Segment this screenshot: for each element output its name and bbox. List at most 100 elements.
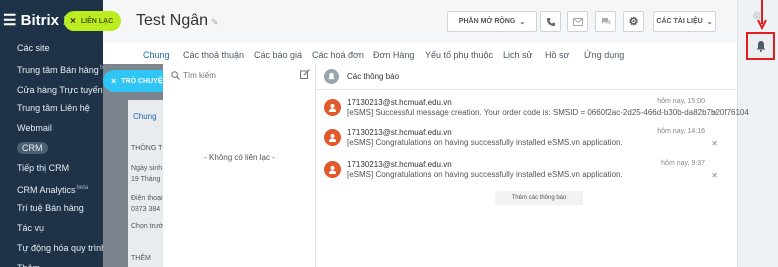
sidebar-item[interactable]: CRM Analyticsbeta <box>0 178 103 198</box>
notification-item[interactable]: 17130213@st.hcmuaf.edu.vn [eSMS] Successf… <box>316 95 749 125</box>
left-sidebar: ☰ Bitrix 24 Các siteTrung tâm Bán hàngbe… <box>0 0 103 267</box>
settings-button[interactable]: ⚙ <box>623 11 644 32</box>
sidebar-item-label: Tự động hóa quy trình... <box>17 243 103 253</box>
logo-text: Bitrix <box>20 12 59 29</box>
tab[interactable]: Chung <box>143 50 170 60</box>
chevron-down-icon: ⌄ <box>706 18 713 26</box>
sidebar-item[interactable]: Tự động hóa quy trình... <box>0 238 103 258</box>
chevron-down-icon: ⌄ <box>519 18 526 26</box>
extensions-button[interactable]: PHẦN MỞ RỘNG ⌄ <box>447 11 537 32</box>
sidebar-item-label: Cửa hàng Trực tuyến <box>17 85 103 95</box>
search-icon <box>171 71 180 80</box>
notification-message: [eSMS] Successful message creation. Your… <box>347 108 749 117</box>
sidebar-menu: Các siteTrung tâm Bán hàngbetaCửa hàng T… <box>0 38 103 267</box>
notification-item[interactable]: 17130213@st.hcmuaf.edu.vn [eSMS] Congratu… <box>316 157 737 187</box>
chat-bubble-icon <box>601 18 610 25</box>
envelope-icon <box>572 17 583 26</box>
avatar <box>324 99 341 116</box>
documents-button[interactable]: CÁC TÀI LIỆU ⌄ <box>653 11 716 32</box>
empty-contacts-text: - Không có liên lạc - <box>204 153 275 162</box>
notification-sender[interactable]: 17130213@st.hcmuaf.edu.vn <box>347 128 452 137</box>
sidebar-item-label: Các site <box>17 43 50 53</box>
gear-icon: ⚙ <box>628 16 639 28</box>
crm-card-text: 0373 384 <box>131 206 161 213</box>
tab[interactable]: Các hoá đơn <box>312 50 364 60</box>
tab[interactable]: Ứng dụng <box>584 50 624 60</box>
more-notifications-button[interactable]: Thêm các thông báo <box>495 191 583 205</box>
tab[interactable]: Lịch sử <box>503 50 533 60</box>
phone-icon <box>546 17 555 26</box>
sidebar-item[interactable]: Trung tâm Bán hàngbeta <box>0 58 103 78</box>
notification-time: hôm nay, 9:37 <box>661 160 705 167</box>
sidebar-item[interactable]: Webmail <box>0 118 103 138</box>
crm-card-text: Điện thoại <box>131 195 163 202</box>
red-arrow-annotation <box>757 0 767 30</box>
sidebar-item-label: Trung tâm Bán hàng <box>17 65 99 75</box>
notification-message: [eSMS] Congratulations on having success… <box>347 138 623 147</box>
sidebar-item-label: CRM <box>17 142 48 154</box>
crm-card-text: 19 Tháng <box>131 176 161 183</box>
sidebar-item-label: Trí tuệ Bán hàng <box>17 203 84 213</box>
crm-card-tab[interactable]: Chung <box>133 112 157 121</box>
pencil-icon[interactable]: ✎ <box>211 17 219 27</box>
tab[interactable]: Các thoả thuận <box>183 50 244 60</box>
chat-button-label: TRÒ CHUYỆN <box>121 77 168 85</box>
crm-card: THÔNG TIN Ngày sinh 19 Tháng Điện thoại 0373… <box>128 100 171 267</box>
sidebar-item[interactable]: Cửa hàng Trực tuyếnbeta <box>0 78 103 98</box>
sidebar-item-label: Tác vụ <box>17 223 45 233</box>
chat-button[interactable] <box>595 11 616 32</box>
compose-icon[interactable] <box>300 69 310 79</box>
notification-sender[interactable]: 17130213@st.hcmuaf.edu.vn <box>347 98 452 107</box>
close-icon: × <box>70 15 76 27</box>
tab[interactable]: Các báo giá <box>254 50 302 60</box>
notification-sender[interactable]: 17130213@st.hcmuaf.edu.vn <box>347 160 452 169</box>
bell-icon <box>324 69 339 84</box>
contact-button-label: LIÊN LẠC <box>80 17 114 25</box>
sidebar-item-label: Tiếp thị CRM <box>17 163 70 173</box>
close-icon[interactable]: ✕ <box>711 139 718 148</box>
sidebar-item[interactable]: Tác vụ <box>0 218 103 238</box>
contact-button[interactable]: × LIÊN LẠC <box>64 11 121 31</box>
notifications-title: Các thông báo <box>347 72 400 81</box>
sidebar-item-label: Thêm... ⌄ <box>17 263 58 267</box>
messenger-contacts: - Không có liên lạc - <box>163 64 316 267</box>
notifications-header: Các thông báo <box>316 64 737 90</box>
sidebar-item[interactable]: Các site <box>0 38 103 58</box>
logo-bars-icon[interactable]: ☰ <box>3 12 16 29</box>
documents-button-label: CÁC TÀI LIỆU <box>656 18 703 25</box>
sidebar-item-label: Trung tâm Liên hệ <box>17 103 90 113</box>
sidebar-item[interactable]: CRM <box>0 138 103 158</box>
tab-bar: Chung Các thoả thuận Các báo giá Các hoá đơ… <box>103 42 737 64</box>
extensions-button-label: PHẦN MỞ RỘNG <box>458 18 516 25</box>
bell-icon <box>756 41 765 52</box>
chat-button-blue[interactable]: × TRÒ CHUYỆN <box>103 70 168 92</box>
notification-item[interactable]: 17130213@st.hcmuaf.edu.vn [eSMS] Congratu… <box>316 125 737 155</box>
close-icon[interactable]: ✕ <box>711 109 718 118</box>
crm-card-text: Ngày sinh <box>131 165 163 172</box>
notification-message: [eSMS] Congratulations on having success… <box>347 170 623 179</box>
notifications-panel: Các thông báo 17130213@st.hcmuaf.edu.vn[… <box>316 64 749 267</box>
avatar <box>324 129 341 146</box>
beta-badge: beta <box>76 185 89 191</box>
sidebar-item[interactable]: Trung tâm Liên hệ <box>0 98 103 118</box>
tab[interactable]: Đơn Hàng <box>373 50 414 60</box>
search-input[interactable] <box>183 68 293 82</box>
sidebar-item[interactable]: Tiếp thị CRM <box>0 158 103 178</box>
tab[interactable]: Hồ sơ <box>545 50 569 60</box>
phone-button[interactable] <box>540 11 561 32</box>
sidebar-item-label: Webmail <box>17 123 52 133</box>
tab[interactable]: Yếu tố phụ thuộc <box>425 50 493 60</box>
avatar <box>324 161 341 178</box>
notifications-bell-button[interactable] <box>746 32 775 60</box>
crm-card-text: THÊM <box>131 255 151 262</box>
sidebar-item[interactable]: Trí tuệ Bán hàng <box>0 198 103 218</box>
notification-time: hôm nay, 15:00 <box>657 98 705 105</box>
sidebar-item[interactable]: Thêm... ⌄ <box>0 258 103 267</box>
close-icon: × <box>111 76 117 86</box>
sidebar-item-label: CRM Analytics <box>17 185 76 195</box>
close-icon[interactable]: ✕ <box>711 171 718 180</box>
page-title[interactable]: Test Ngân ✎ <box>136 12 219 30</box>
notification-time: hôm nay, 14:16 <box>657 128 705 135</box>
page-title-text: Test Ngân <box>136 12 209 29</box>
email-button[interactable] <box>567 11 588 32</box>
